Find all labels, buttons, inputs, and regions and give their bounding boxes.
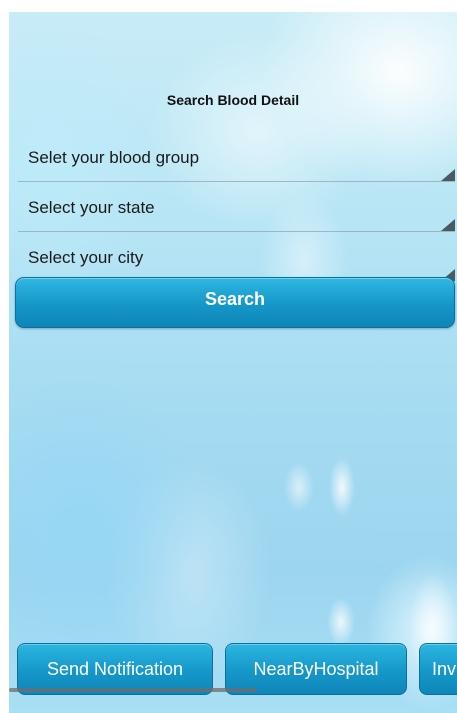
bokeh-decoration xyxy=(284,462,314,512)
bokeh-decoration xyxy=(327,597,355,647)
bokeh-decoration xyxy=(329,457,355,517)
city-spinner[interactable]: Select your city xyxy=(18,234,455,282)
bottom-button-bar[interactable]: Send Notification NearByHospital Inv xyxy=(9,642,457,702)
horizontal-scrollbar[interactable] xyxy=(9,688,257,692)
dropdown-triangle-icon xyxy=(441,169,455,181)
state-spinner[interactable]: Select your state xyxy=(18,184,455,232)
blood-group-spinner-label: Selet your blood group xyxy=(28,148,200,167)
search-button[interactable]: Search xyxy=(15,277,455,328)
inv-button[interactable]: Inv xyxy=(419,643,457,695)
dropdown-triangle-icon xyxy=(441,219,455,231)
blood-group-spinner[interactable]: Selet your blood group xyxy=(18,134,455,182)
state-spinner-label: Select your state xyxy=(28,198,155,217)
page-title: Search Blood Detail xyxy=(166,92,300,108)
city-spinner-label: Select your city xyxy=(28,248,144,267)
app-screen: Search Blood Detail Selet your blood gro… xyxy=(9,12,457,713)
